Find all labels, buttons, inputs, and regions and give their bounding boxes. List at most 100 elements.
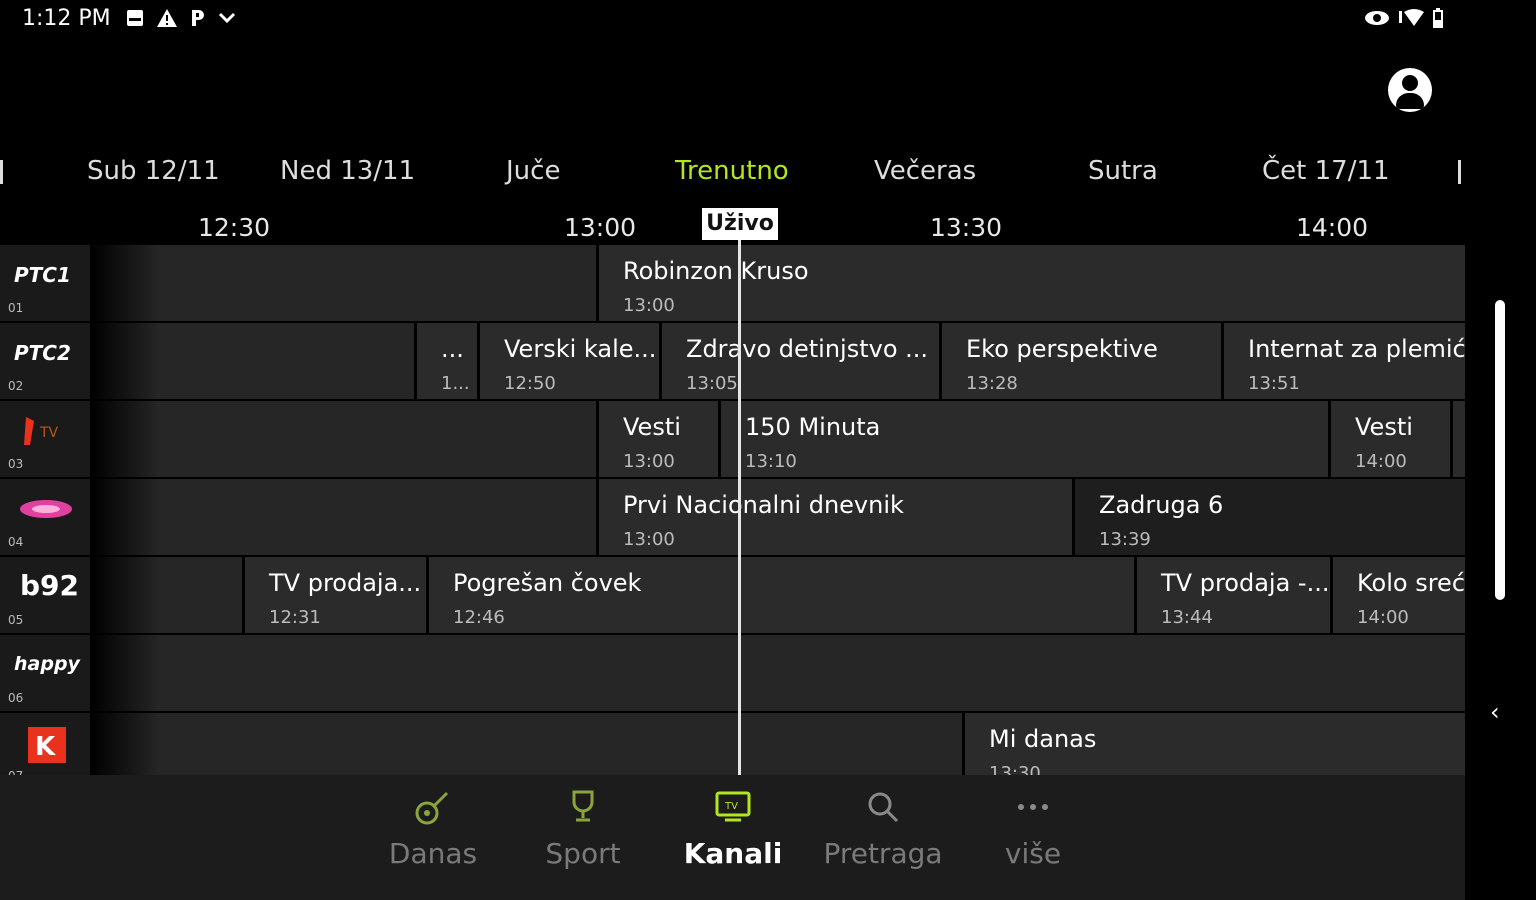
- program-title: Vesti: [623, 413, 681, 441]
- parking-icon: [192, 10, 204, 26]
- tab-date[interactable]: Juče: [506, 156, 560, 186]
- next-tab-edge: [1458, 160, 1461, 184]
- program-cell[interactable]: Internat za plemić 13:51: [1221, 323, 1465, 399]
- program-title: Vesti: [1355, 413, 1413, 441]
- channel-cell[interactable]: PTC1 01: [0, 245, 90, 321]
- channel-row: b92 05 TV prodaja... 12:31 Pogrešan čove…: [0, 557, 1465, 635]
- program-cell[interactable]: Zadruga 6 13:39: [1072, 479, 1465, 555]
- program-time: 1...: [441, 373, 470, 394]
- svg-text:K: K: [35, 732, 56, 762]
- program-time: 12:50: [504, 373, 556, 394]
- image-icon: [127, 10, 143, 26]
- channel-number: 04: [8, 535, 24, 549]
- program-cell[interactable]: 150 Minuta 13:10: [718, 401, 1328, 477]
- channel-cell[interactable]: PTC2 02: [0, 323, 90, 399]
- program-title: Prvi Nacionalni dnevnik: [623, 491, 904, 519]
- search-icon: [868, 792, 899, 823]
- tab-date[interactable]: Ned 13/11: [280, 156, 415, 186]
- channel-row: TV 03 Vesti 13:00 150 Minuta 13:10 Vesti…: [0, 401, 1465, 479]
- channel-cell[interactable]: happy 06: [0, 635, 90, 711]
- program-cell[interactable]: Vesti 13:00: [596, 401, 718, 477]
- program-title: TV prodaja -...: [1161, 569, 1330, 597]
- tv-icon: TV: [715, 791, 751, 822]
- channel-logo: b92: [20, 569, 80, 602]
- program-time: 13:44: [1161, 607, 1213, 628]
- battery-icon: [1433, 8, 1443, 28]
- program-cell[interactable]: Pogrešan čovek 12:46: [426, 557, 1134, 633]
- program-title: Eko perspektive: [966, 335, 1158, 363]
- nav-vise[interactable]: više: [958, 787, 1108, 870]
- tab-date[interactable]: Sutra: [1088, 156, 1158, 186]
- program-time: 13:00: [623, 295, 675, 316]
- program-title: Internat za plemić: [1248, 335, 1465, 363]
- program-cell[interactable]: [1450, 401, 1465, 477]
- program-title: Robinzon Kruso: [623, 257, 809, 285]
- channel-cell[interactable]: b92 05: [0, 557, 90, 633]
- channel-logo-k: K: [28, 727, 66, 763]
- system-icons: [1364, 8, 1444, 28]
- program-time: 14:00: [1357, 607, 1409, 628]
- chevron-down-icon: [218, 12, 236, 24]
- channel-row: 04 Prvi Nacionalni dnevnik 13:00 Zadruga…: [0, 479, 1465, 557]
- wifi-icon: [1399, 9, 1424, 26]
- program-cell[interactable]: TV prodaja... 12:31: [242, 557, 426, 633]
- tab-date-current[interactable]: Trenutno: [675, 156, 789, 186]
- trophy-icon: [572, 790, 594, 822]
- nav-label: Sport: [545, 837, 621, 870]
- program-cell[interactable]: Vesti 14:00: [1328, 401, 1450, 477]
- program-time: 13:05: [686, 373, 738, 394]
- time-label: 14:00: [1296, 213, 1369, 242]
- program-title: Mi danas: [989, 725, 1097, 753]
- tab-date[interactable]: Večeras: [874, 156, 976, 186]
- program-cell[interactable]: TV prodaja -... 13:44: [1134, 557, 1330, 633]
- program-time: 13:30: [989, 763, 1041, 775]
- now-indicator-line: [738, 240, 741, 775]
- tab-date[interactable]: Čet 17/11: [1262, 156, 1390, 186]
- program-cell[interactable]: Kolo sreć 14:00: [1330, 557, 1465, 633]
- svg-text:TV: TV: [724, 801, 738, 812]
- program-cell[interactable]: Robinzon Kruso 13:00: [596, 245, 1465, 321]
- status-time: 1:12 PM: [22, 6, 111, 31]
- channel-number: 03: [8, 457, 24, 471]
- nav-danas[interactable]: Danas: [358, 787, 508, 870]
- program-cell[interactable]: Prvi Nacionalni dnevnik 13:00: [596, 479, 1072, 555]
- chevron-left-icon[interactable]: ‹: [1490, 698, 1500, 726]
- nav-label: Kanali: [683, 837, 783, 870]
- program-title: Zadruga 6: [1099, 491, 1224, 519]
- program-time: 12:46: [453, 607, 505, 628]
- time-label: 13:00: [564, 213, 637, 242]
- channel-cell[interactable]: 04: [0, 479, 90, 555]
- nav-kanali[interactable]: TV Kanali: [658, 787, 808, 870]
- channel-logo-prva: TV: [24, 417, 59, 445]
- notification-icons: [126, 8, 236, 28]
- profile-avatar[interactable]: [1388, 68, 1432, 112]
- program-title: Verski kale...: [504, 335, 657, 363]
- epg-grid: PTC1 01 Robinzon Kruso 13:00 PTC2 02 ...…: [0, 245, 1465, 775]
- channel-logo: PTC2: [14, 341, 71, 365]
- program-cell[interactable]: Zdravo detinjstvo ... 13:05: [659, 323, 939, 399]
- vertical-scrollbar[interactable]: [1495, 300, 1505, 600]
- more-icon: [1018, 804, 1048, 810]
- channel-cell[interactable]: K 07: [0, 713, 90, 775]
- channel-cell[interactable]: TV 03: [0, 401, 90, 477]
- channel-row: PTC1 01 Robinzon Kruso 13:00: [0, 245, 1465, 323]
- warning-icon: [157, 9, 177, 27]
- program-title: TV prodaja...: [269, 569, 422, 597]
- channel-logo: PTC1: [14, 263, 71, 287]
- nav-pretraga[interactable]: Pretraga: [808, 787, 958, 870]
- tab-date[interactable]: Sub 12/11: [87, 156, 220, 186]
- program-time: 13:28: [966, 373, 1018, 394]
- program-cell[interactable]: Mi danas 13:30: [962, 713, 1465, 775]
- channel-number: 01: [8, 301, 24, 315]
- program-cell[interactable]: ... 1...: [414, 323, 477, 399]
- channel-row: happy 06: [0, 635, 1465, 713]
- program-time: 13:00: [623, 451, 675, 472]
- program-time: 13:51: [1248, 373, 1300, 394]
- nav-sport[interactable]: Sport: [508, 787, 658, 870]
- program-title: Zdravo detinjstvo ...: [686, 335, 929, 363]
- program-cell[interactable]: Verski kale... 12:50: [477, 323, 659, 399]
- live-badge[interactable]: Uživo: [702, 208, 778, 240]
- channel-row: PTC2 02 ... 1... Verski kale... 12:50 Zd…: [0, 323, 1465, 401]
- program-time: 13:39: [1099, 529, 1151, 550]
- program-cell[interactable]: Eko perspektive 13:28: [939, 323, 1221, 399]
